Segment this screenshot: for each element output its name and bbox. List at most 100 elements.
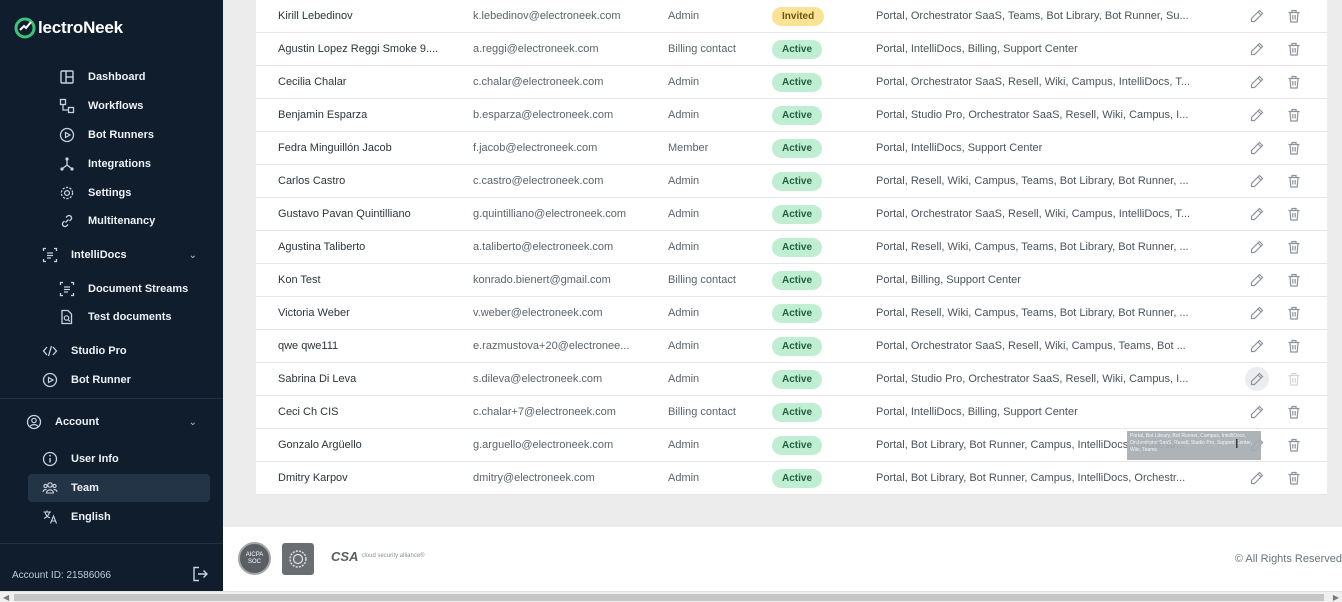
delete-button[interactable] [1284, 136, 1304, 160]
table-row[interactable]: Gustavo Pavan Quintilliano g.quintillian… [256, 198, 1327, 231]
edit-button[interactable] [1245, 70, 1269, 94]
delete-button[interactable] [1284, 70, 1304, 94]
delete-button[interactable] [1284, 433, 1304, 457]
delete-button[interactable] [1284, 37, 1304, 61]
csa-badge: CSA cloud security alliance® [331, 549, 425, 564]
table-row[interactable]: Victoria Weber v.weber@electroneek.com A… [256, 297, 1327, 330]
table-row[interactable]: Fedra Minguillón Jacob f.jacob@electrone… [256, 132, 1327, 165]
pencil-icon [1250, 372, 1264, 386]
aicpa-soc-badge: AICPA SOC [238, 542, 271, 575]
table-row[interactable]: Dmitry Karpov dmitry@electroneek.com Adm… [256, 462, 1327, 495]
sidebar-item-studio-pro[interactable]: Studio Pro [0, 337, 223, 365]
edit-button[interactable] [1245, 37, 1269, 61]
delete-button[interactable] [1284, 466, 1304, 490]
sidebar-item-dashboard[interactable]: Dashboard [0, 63, 223, 91]
edit-button[interactable] [1245, 301, 1269, 325]
sidebar-item-workflows[interactable]: Workflows [0, 92, 223, 120]
edit-button[interactable] [1245, 4, 1269, 28]
table-row[interactable]: Sabrina Di Leva s.dileva@electroneek.com… [256, 363, 1327, 396]
sidebar-item-document-streams[interactable]: Document Streams [0, 275, 223, 303]
sidebar-item-user-info[interactable]: User Info [0, 445, 223, 473]
integrations-icon [58, 155, 76, 173]
table-row[interactable]: Agustina Taliberto a.taliberto@electrone… [256, 231, 1327, 264]
member-role: Admin [668, 472, 700, 484]
delete-button[interactable] [1284, 400, 1304, 424]
sidebar-item-settings[interactable]: Settings [0, 179, 223, 207]
edit-button[interactable] [1245, 202, 1269, 226]
delete-button[interactable] [1284, 4, 1304, 28]
table-row[interactable]: Ceci Ch CIS c.chalar+7@electroneek.com B… [256, 396, 1327, 429]
sidebar-item-account[interactable]: Account ⌄ [0, 408, 223, 436]
edit-button[interactable] [1245, 367, 1269, 391]
delete-button[interactable] [1284, 367, 1304, 391]
text-cursor-icon: I [1235, 436, 1239, 451]
table-row[interactable]: Agustin Lopez Reggi Smoke 9.... a.reggi@… [256, 33, 1327, 66]
sidebar-item-integrations[interactable]: Integrations [0, 150, 223, 178]
member-role: Admin [668, 439, 700, 451]
pencil-icon [1250, 174, 1264, 188]
delete-button[interactable] [1284, 301, 1304, 325]
scroll-left-icon[interactable]: ◀ [3, 592, 9, 602]
csa-mark: CSA [331, 549, 359, 564]
edit-button[interactable] [1245, 169, 1269, 193]
table-row[interactable]: Cecilia Chalar c.chalar@electroneek.com … [256, 66, 1327, 99]
status-badge: Active [772, 402, 823, 422]
delete-button[interactable] [1284, 103, 1304, 127]
sidebar-item-intellidocs[interactable]: IntelliDocs ⌄ [0, 241, 223, 269]
table-row[interactable]: qwe qwe111 e.razmustova+20@electronee...… [256, 330, 1327, 363]
table-row[interactable]: Kon Test konrado.bienert@gmail.com Billi… [256, 264, 1327, 297]
logout-icon[interactable] [191, 565, 209, 583]
scroll-right-icon[interactable]: ▶ [1333, 592, 1339, 602]
delete-button[interactable] [1284, 235, 1304, 259]
edit-button[interactable] [1245, 268, 1269, 292]
pencil-icon [1250, 207, 1264, 221]
status-badge: Active [772, 171, 823, 191]
member-name: Kon Test [278, 274, 321, 286]
status-badge: Active [772, 468, 823, 488]
dashboard-icon [58, 68, 76, 86]
delete-button[interactable] [1284, 334, 1304, 358]
member-name: Carlos Castro [278, 175, 346, 187]
member-role: Admin [668, 208, 700, 220]
edit-button[interactable] [1245, 466, 1269, 490]
edit-button[interactable] [1245, 103, 1269, 127]
table-row[interactable]: Kirill Lebedinov k.lebedinov@electroneek… [256, 0, 1327, 33]
member-name: Agustina Taliberto [278, 241, 366, 253]
table-row[interactable]: Carlos Castro c.castro@electroneek.com A… [256, 165, 1327, 198]
delete-button[interactable] [1284, 202, 1304, 226]
sidebar-item-team[interactable]: Team [28, 474, 210, 502]
trash-icon [1288, 108, 1300, 122]
member-role: Billing contact [668, 43, 736, 55]
sidebar-item-label: Document Streams [88, 283, 189, 295]
table-row[interactable]: Benjamin Esparza b.esparza@electroneek.c… [256, 99, 1327, 132]
horizontal-scrollbar[interactable]: ◀ ▶ [0, 591, 1342, 602]
sidebar-item-label: English [71, 511, 111, 523]
sidebar-item-label: Multitenancy [88, 215, 156, 227]
sidebar-item-multitenancy[interactable]: Multitenancy [0, 207, 223, 235]
sidebar-item-label: Integrations [88, 158, 151, 170]
logo-text: lectroNeek [38, 18, 123, 37]
sidebar-item-label: Studio Pro [71, 345, 127, 357]
workflows-icon [58, 97, 76, 115]
edit-button[interactable] [1245, 334, 1269, 358]
electroneek-logo[interactable]: lectroNeek [14, 14, 123, 42]
sidebar-item-language[interactable]: English [0, 503, 223, 531]
member-name: Agustin Lopez Reggi Smoke 9.... [278, 43, 439, 55]
member-email: e.razmustova+20@electronee... [473, 340, 630, 352]
sidebar-item-label: User Info [71, 453, 119, 465]
member-products: Portal, Billing, Support Center [876, 274, 1021, 286]
sidebar-item-test-documents[interactable]: Test documents [0, 303, 223, 331]
sidebar-item-label: Team [71, 482, 99, 494]
main-content: Kirill Lebedinov k.lebedinov@electroneek… [223, 0, 1342, 602]
edit-button[interactable] [1245, 400, 1269, 424]
member-name: Dmitry Karpov [278, 472, 348, 484]
sidebar-item-bot-runner[interactable]: Bot Runner [0, 366, 223, 394]
delete-button[interactable] [1284, 169, 1304, 193]
member-role: Billing contact [668, 274, 736, 286]
copyright-text: © All Rights Reserved [1234, 553, 1342, 565]
sidebar-item-bot-runners[interactable]: Bot Runners [0, 121, 223, 149]
edit-button[interactable] [1245, 235, 1269, 259]
delete-button[interactable] [1284, 268, 1304, 292]
edit-button[interactable] [1245, 136, 1269, 160]
scrollbar-thumb[interactable] [14, 594, 1324, 601]
